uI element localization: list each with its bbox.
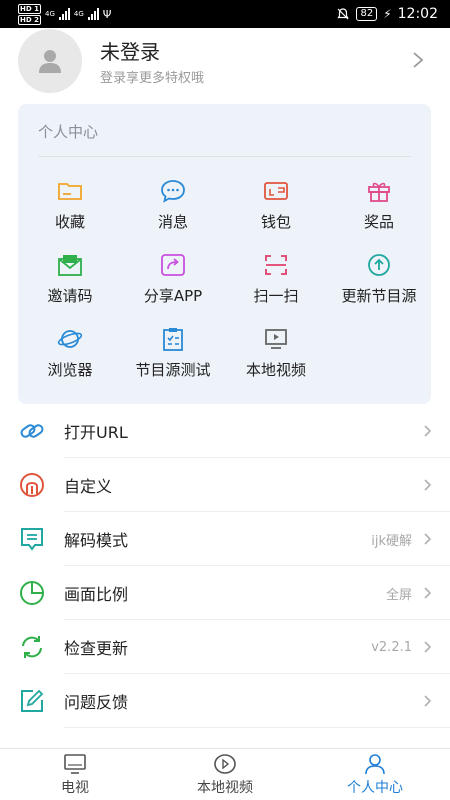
network-type-2: 4G <box>73 10 84 18</box>
list-item-label: 问题反馈 <box>64 693 129 712</box>
grid-label: 奖品 <box>363 213 394 231</box>
feedback-icon <box>21 689 44 712</box>
bottom-navigation: 电视 本地视频 个人中心 <box>0 748 450 800</box>
list-item-value: v2.2.1 <box>371 639 412 655</box>
chevron-right-icon[interactable] <box>412 50 424 70</box>
grid-label: 本地视频 <box>245 361 306 379</box>
message-icon <box>161 180 185 203</box>
gift-icon <box>368 182 390 202</box>
share-icon <box>161 254 185 276</box>
list-item-label: 画面比例 <box>64 585 129 604</box>
list-item-value: ijk硬解 <box>371 533 412 549</box>
grid-item-messages[interactable]: 消息 <box>121 178 225 238</box>
decode-icon <box>21 528 43 551</box>
list-item-aspect-ratio[interactable]: 画面比例 全屏 <box>0 566 450 620</box>
list-item-label: 打开URL <box>64 423 128 442</box>
clock: 12:02 <box>397 6 438 22</box>
sim2-badge: HD 2 <box>18 14 41 25</box>
grid-item-invite-code[interactable]: 邀请码 <box>18 252 122 312</box>
tv-icon <box>64 753 86 774</box>
profile-header[interactable]: 未登录 登录享更多特权哦 <box>0 28 450 94</box>
grid-item-prizes[interactable]: 奖品 <box>327 178 431 238</box>
tab-tv[interactable]: 电视 <box>0 749 150 800</box>
sim1-badge: HD 1 <box>18 3 41 14</box>
list-item-value: 全屏 <box>385 587 412 603</box>
user-placeholder-icon <box>39 50 61 73</box>
folder-icon <box>58 183 82 200</box>
tab-label: 电视 <box>61 779 89 796</box>
custom-icon <box>20 473 44 497</box>
grid-label: 邀请码 <box>47 287 93 305</box>
chevron-right-icon <box>424 587 432 599</box>
list-item-feedback[interactable]: 问题反馈 <box>0 674 450 728</box>
list-item-custom[interactable]: 自定义 <box>0 458 450 512</box>
chevron-right-icon <box>424 533 432 545</box>
refresh-icon <box>22 636 42 658</box>
tab-local-video[interactable]: 本地视频 <box>150 749 300 800</box>
signal-icon-2 <box>87 8 99 20</box>
grid-item-share-app[interactable]: 分享APP <box>121 252 225 312</box>
chevron-right-icon <box>424 479 432 491</box>
grid-item-update-source[interactable]: 更新节目源 <box>327 252 431 312</box>
login-hint: 登录享更多特权哦 <box>100 71 205 86</box>
video-player-icon <box>265 329 287 349</box>
grid-label: 消息 <box>157 213 188 231</box>
grid-item-local-video[interactable]: 本地视频 <box>224 326 328 386</box>
personal-center-card: 个人中心 收藏 消息 钱包 奖品 邀请码 分享APP 扫一扫 更新节目源 浏览器 <box>18 104 431 404</box>
grid-label: 钱包 <box>260 213 291 231</box>
divider <box>38 156 411 157</box>
grid-label: 收藏 <box>54 213 85 231</box>
grid-item-browser[interactable]: 浏览器 <box>18 326 122 386</box>
chevron-right-icon <box>424 425 432 437</box>
grid-item-wallet[interactable]: 钱包 <box>224 178 328 238</box>
status-bar: HD 1 HD 2 4G 4G Ψ 82 ⚡ 12:02 <box>0 0 450 28</box>
grid-item-source-test[interactable]: 节目源测试 <box>121 326 225 386</box>
scan-icon <box>265 255 287 275</box>
grid-label: 更新节目源 <box>341 287 417 305</box>
mute-bell-icon <box>337 8 350 20</box>
list-item-open-url[interactable]: 打开URL <box>0 404 450 458</box>
grid-label: 节目源测试 <box>135 361 211 379</box>
login-status: 未登录 <box>100 40 160 64</box>
invite-mail-icon <box>58 255 82 276</box>
chevron-right-icon <box>424 641 432 653</box>
list-item-label: 自定义 <box>64 477 113 496</box>
upload-cloud-icon <box>368 254 390 276</box>
grid-item-scan[interactable]: 扫一扫 <box>224 252 328 312</box>
clipboard-test-icon <box>163 328 183 351</box>
network-type-1: 4G <box>44 10 55 18</box>
wallet-icon <box>264 182 288 200</box>
charging-icon: ⚡ <box>383 7 392 21</box>
avatar[interactable] <box>18 29 82 93</box>
settings-list: 打开URL 自定义 解码模式 ijk硬解 画面比例 全屏 检查更新 v2.2.1… <box>0 404 450 728</box>
list-item-decode-mode[interactable]: 解码模式 ijk硬解 <box>0 512 450 566</box>
planet-icon <box>57 330 83 348</box>
battery-level: 82 <box>356 7 378 21</box>
play-circle-icon <box>214 753 236 774</box>
ratio-pie-icon <box>20 581 44 605</box>
usb-icon: Ψ <box>102 7 112 21</box>
card-title: 个人中心 <box>38 123 99 141</box>
signal-icon <box>58 8 70 20</box>
grid-label: 扫一扫 <box>253 287 299 305</box>
link-icon <box>20 424 44 438</box>
grid-label: 分享APP <box>143 287 203 305</box>
grid-item-favorites[interactable]: 收藏 <box>18 178 122 238</box>
chevron-right-icon <box>424 695 432 707</box>
tab-label: 本地视频 <box>197 779 253 796</box>
list-item-label: 检查更新 <box>64 639 129 658</box>
tab-personal-center[interactable]: 个人中心 <box>300 749 450 800</box>
list-item-check-update[interactable]: 检查更新 v2.2.1 <box>0 620 450 674</box>
grid-label: 浏览器 <box>47 361 93 379</box>
user-icon <box>365 753 385 774</box>
list-item-label: 解码模式 <box>64 531 129 550</box>
tab-label: 个人中心 <box>347 779 403 796</box>
